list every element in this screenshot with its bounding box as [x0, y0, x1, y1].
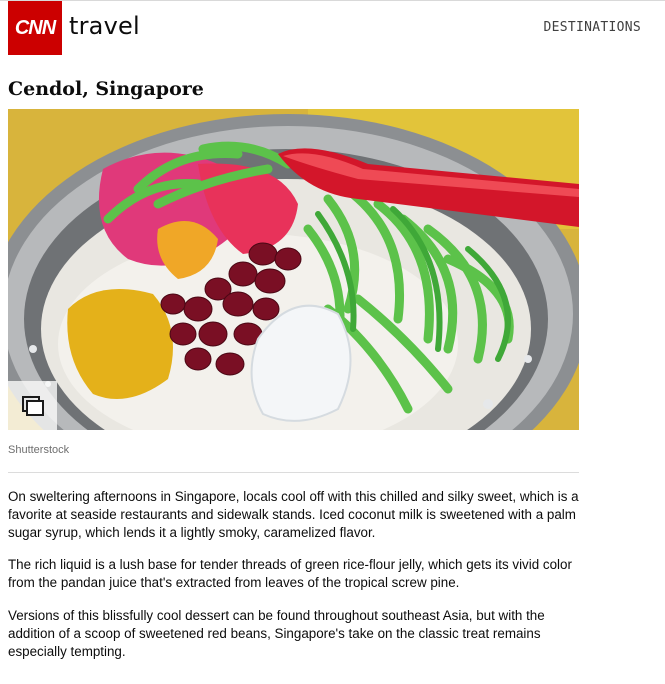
article-paragraph: On sweltering afternoons in Singapore, l… — [8, 489, 579, 540]
article-title: Cendol, Singapore — [8, 78, 204, 100]
gallery-icon — [22, 396, 44, 416]
article-paragraph: Versions of this blissfully cool dessert… — [8, 608, 545, 659]
cnn-logo[interactable]: CNN — [8, 1, 62, 55]
site-header: CNN travel DESTINATIONS — [0, 1, 665, 55]
article-image[interactable] — [8, 109, 579, 430]
section-name[interactable]: travel — [69, 12, 140, 40]
image-credit: Shutterstock — [8, 444, 70, 456]
article-paragraph: The rich liquid is a lush base for tende… — [8, 557, 572, 590]
cendol-bowl-illustration — [8, 109, 579, 430]
nav-destinations-link[interactable]: DESTINATIONS — [543, 20, 641, 35]
divider — [8, 472, 579, 473]
gallery-button[interactable] — [8, 381, 57, 430]
